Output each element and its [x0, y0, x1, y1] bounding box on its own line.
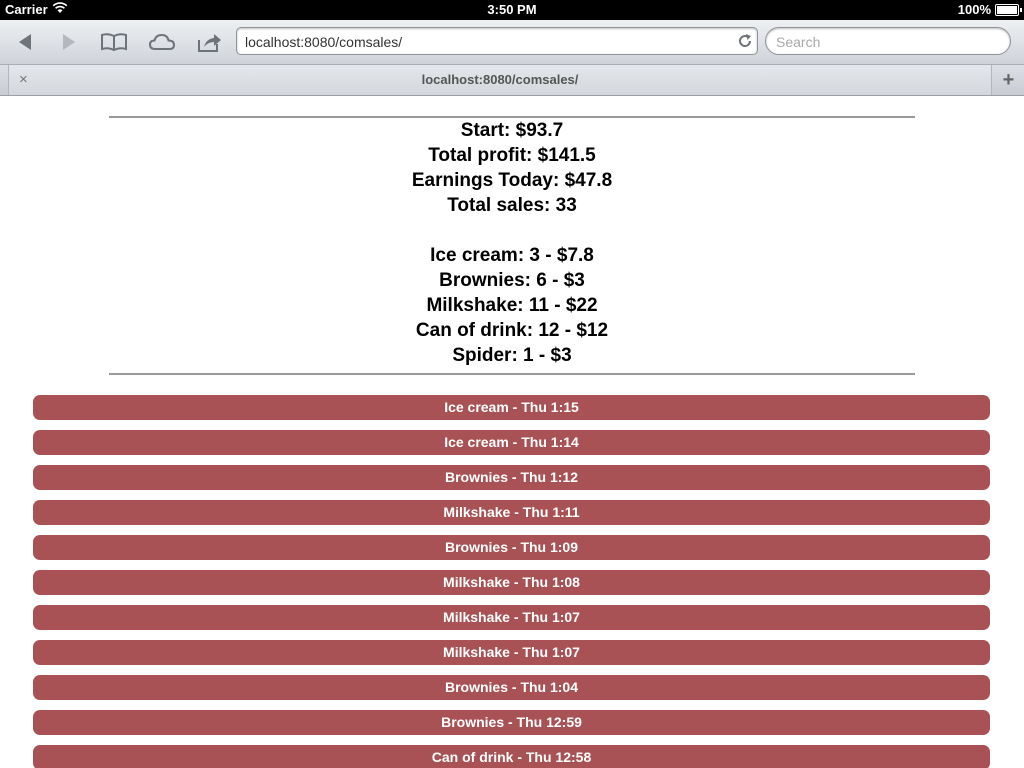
tab-bar: × localhost:8080/comsales/ + [0, 65, 1024, 96]
browser-toolbar: localhost:8080/comsales/ Search [0, 20, 1024, 65]
url-field[interactable]: localhost:8080/comsales/ [236, 27, 758, 55]
item-summary: Brownies: 6 - $3 [439, 270, 585, 291]
battery-icon [995, 3, 1022, 16]
sale-entry-button[interactable]: Milkshake - Thu 1:07 [33, 640, 990, 665]
cloud-icon[interactable] [145, 27, 179, 57]
item-summary: Can of drink: 12 - $12 [415, 320, 609, 341]
total-profit: Total profit: $141.5 [428, 145, 596, 166]
clock: 3:50 PM [487, 2, 537, 17]
item-summary: Milkshake: 11 - $22 [426, 295, 598, 316]
item-summary: Ice cream: 3 - $7.8 [430, 245, 594, 266]
status-bar: Carrier 3:50 PM 100% [0, 0, 1024, 20]
book-icon[interactable] [97, 27, 131, 57]
share-icon[interactable] [192, 27, 226, 57]
sale-entry-button[interactable]: Brownies - Thu 1:04 [33, 675, 990, 700]
back-arrow-icon[interactable] [8, 27, 42, 57]
sale-entry-button[interactable]: Ice cream - Thu 1:14 [33, 430, 990, 455]
page-content: Start: $93.7 Total profit: $141.5 Earnin… [0, 96, 1024, 768]
start-amount: Start: $93.7 [460, 120, 564, 141]
sale-entry-button[interactable]: Milkshake - Thu 1:07 [33, 605, 990, 630]
sale-entry-button[interactable]: Can of drink - Thu 12:58 [33, 745, 990, 768]
reload-icon[interactable] [737, 33, 753, 49]
search-input[interactable]: Search [765, 27, 1011, 55]
sale-entry-button[interactable]: Milkshake - Thu 1:08 [33, 570, 990, 595]
sale-entry-button[interactable]: Brownies - Thu 12:59 [33, 710, 990, 735]
total-sales: Total sales: 33 [447, 195, 577, 216]
battery-percent: 100% [957, 2, 991, 17]
battery-group: 100% [957, 2, 1022, 17]
item-summary: Spider: 1 - $3 [452, 345, 572, 366]
new-tab-button[interactable]: + [993, 67, 1024, 93]
sale-entry-button[interactable]: Milkshake - Thu 1:11 [33, 500, 990, 525]
tab-current[interactable]: × localhost:8080/comsales/ [8, 65, 992, 95]
forward-arrow-icon[interactable] [52, 27, 86, 57]
tab-title: localhost:8080/comsales/ [421, 72, 579, 87]
earnings-today: Earnings Today: $47.8 [411, 170, 613, 191]
sale-entry-button[interactable]: Ice cream - Thu 1:15 [33, 395, 990, 420]
sale-entry-button[interactable]: Brownies - Thu 1:09 [33, 535, 990, 560]
sale-entry-button[interactable]: Brownies - Thu 1:12 [33, 465, 990, 490]
url-text: localhost:8080/comsales/ [245, 34, 403, 50]
bottom-divider [109, 373, 915, 375]
